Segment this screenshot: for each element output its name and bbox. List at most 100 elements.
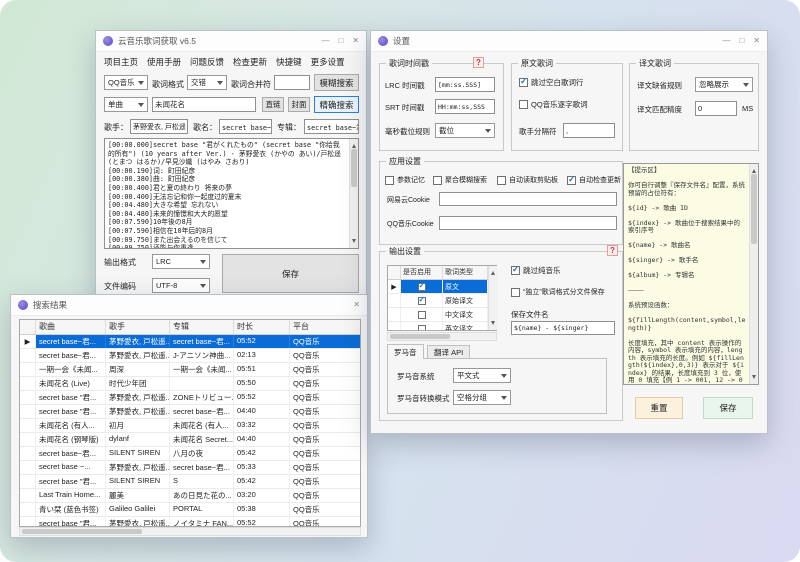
table-row[interactable]: secret base~君...SILENT SIREN八月の夜05:42QQ音…	[20, 447, 360, 461]
menu-item-feedback[interactable]: 问题反馈	[190, 56, 224, 70]
maximize-icon[interactable]: □	[739, 31, 744, 51]
menu-item-home[interactable]: 项目主页	[104, 56, 138, 70]
help-icon[interactable]: ?	[607, 245, 618, 256]
auto-update-checkbox[interactable]: 自动检查更新	[567, 175, 621, 185]
lyrics-textarea[interactable]: [00:00.000]secret base "君がくれたもの" (secret…	[104, 138, 359, 249]
output-type-row[interactable]: 中文译文	[388, 308, 496, 322]
param-memory-checkbox[interactable]: 参数记忆	[385, 175, 425, 185]
song-field[interactable]: secret base~君	[219, 119, 272, 134]
table-row[interactable]: secret base "君...茅野愛衣, 戸松遥...ZONEトリビュー..…	[20, 391, 360, 405]
scrollbar-thumb[interactable]	[751, 174, 757, 244]
singer-field[interactable]: 茅野愛衣, 戸松遥	[130, 119, 188, 134]
table-row[interactable]: secret base ~...茅野愛衣, 戸松遥...secret base~…	[20, 461, 360, 475]
srt-timestamp-input[interactable]: HH:mm:ss,SSS	[435, 99, 495, 114]
table-row[interactable]: secret base~君...茅野愛衣, 戸松遥...J-アニソン神曲...0…	[20, 349, 360, 363]
ms-rule-select[interactable]: 截位	[435, 123, 495, 138]
hint-panel[interactable]: 【提示区】 你可自行调整『保存文件名』配置，系统预留的占位符有： ${id} -…	[623, 163, 759, 385]
row-indicator	[20, 349, 36, 362]
singer-separator-input[interactable]: ,	[563, 123, 615, 138]
table-row[interactable]: 未闻花名 (Live)时代少年团05:50QQ音乐	[20, 377, 360, 391]
search-input[interactable]: 未闻花名	[152, 97, 256, 112]
filename-input[interactable]: ${name} - ${singer}	[511, 321, 615, 335]
translation-precision-input[interactable]: 0	[695, 101, 737, 116]
menu-item-update[interactable]: 检查更新	[233, 56, 267, 70]
save-button[interactable]: 保存	[222, 254, 359, 293]
aggregate-fuzzy-checkbox[interactable]: 聚合模糊搜索	[433, 175, 487, 185]
output-type-row[interactable]: 英文译文	[388, 322, 496, 331]
table-row[interactable]: secret base "君...茅野愛衣, 戸松遥...secret base…	[20, 405, 360, 419]
reset-button[interactable]: 重置	[635, 397, 683, 419]
merge-symbol-input[interactable]	[274, 75, 310, 90]
settings-titlebar[interactable]: 设置 — □ ✕	[371, 31, 767, 52]
cover-button[interactable]: 封面	[288, 97, 310, 112]
album-field[interactable]: secret base~君	[304, 119, 359, 134]
netease-cookie-input[interactable]	[439, 192, 617, 206]
tab-translate-api[interactable]: 翻译 API	[427, 345, 470, 359]
output-type-row[interactable]: ▶原文	[388, 280, 496, 294]
table-row[interactable]: 未闻花名 (钢琴版)dylanf未闻花名 Secret...04:40QQ音乐	[20, 433, 360, 447]
column-header-platform[interactable]: 平台	[290, 320, 360, 334]
table-row[interactable]: 一期一会《未闻...周深一期一会《未闻...05:51QQ音乐	[20, 363, 360, 377]
help-icon[interactable]: ?	[473, 57, 484, 68]
lyrics-scrollbar[interactable]	[349, 139, 358, 248]
enabled-cell	[401, 308, 443, 321]
output-type-checkbox[interactable]	[418, 283, 426, 291]
translation-rule-select[interactable]: 忽略展示	[695, 77, 753, 92]
output-type-row[interactable]: 原始译文	[388, 294, 496, 308]
qq-verbatim-checkbox[interactable]: QQ音乐逐字歌词	[519, 99, 588, 110]
output-type-checkbox[interactable]	[418, 311, 426, 319]
close-icon[interactable]: ✕	[353, 295, 360, 315]
column-header-song[interactable]: 歌曲	[36, 320, 106, 334]
menu-item-hotkeys[interactable]: 快捷键	[276, 56, 302, 70]
table-row[interactable]: secret base "君...茅野愛衣, 戸松遥...ノイタミナ FAN..…	[20, 517, 360, 527]
fuzzy-search-button[interactable]: 模糊搜索	[314, 74, 359, 91]
hint-scrollbar[interactable]	[749, 164, 758, 384]
column-header-singer[interactable]: 歌手	[106, 320, 170, 334]
romaji-system-select[interactable]: 平文式	[453, 368, 511, 383]
output-type-checkbox[interactable]	[418, 297, 426, 305]
search-type-select[interactable]: 单曲	[104, 97, 148, 112]
scrollbar-thumb[interactable]	[22, 529, 142, 534]
romaji-mode-select[interactable]: 空格分组	[453, 390, 511, 405]
menu-item-manual[interactable]: 使用手册	[147, 56, 181, 70]
close-icon[interactable]: ✕	[352, 31, 359, 51]
skip-instrumental-checkbox[interactable]: 跳过纯音乐	[511, 265, 561, 276]
translation-rule-label: 译文缺省规则	[637, 80, 682, 91]
scrollbar-thumb[interactable]	[390, 334, 450, 339]
output-table-hscrollbar[interactable]	[387, 332, 497, 341]
direct-link-button[interactable]: 直链	[262, 97, 284, 112]
column-header-duration[interactable]: 时长	[234, 320, 290, 334]
close-icon[interactable]: ✕	[753, 31, 760, 51]
maximize-icon[interactable]: □	[338, 31, 343, 51]
encoding-select[interactable]: UTF-8	[152, 278, 210, 293]
tab-romaji[interactable]: 罗马音	[387, 344, 424, 359]
format-select[interactable]: 交错	[187, 75, 227, 90]
output-table-vscrollbar[interactable]	[488, 266, 497, 330]
exact-search-button[interactable]: 精确搜索	[314, 96, 359, 113]
menu-item-more[interactable]: 更多设置	[311, 56, 345, 70]
main-titlebar[interactable]: 云音乐歌词获取 v6.5 — □ ✕	[96, 31, 366, 52]
separate-files-checkbox[interactable]: “独立”歌词格式分文件保存	[511, 287, 605, 297]
results-horizontal-scrollbar[interactable]	[19, 527, 361, 536]
romaji-mode-label: 罗马音转换模式	[397, 393, 450, 404]
auto-clipboard-checkbox[interactable]: 自动读取剪贴板	[497, 175, 558, 185]
table-row[interactable]: Last Train Home...麗美あの日見た花の...03:20QQ音乐	[20, 489, 360, 503]
output-format-select[interactable]: LRC	[152, 254, 210, 269]
results-titlebar[interactable]: 搜索结果 ✕	[11, 295, 367, 316]
scrollbar-thumb[interactable]	[351, 149, 357, 187]
table-row[interactable]: 未闻花名 (有人...初月未闻花名 (有人...03:32QQ音乐	[20, 419, 360, 433]
skip-blank-checkbox[interactable]: 跳过空白歌词行	[519, 77, 584, 88]
qq-cookie-input[interactable]	[439, 216, 617, 230]
table-row[interactable]: 青い栞 (蓝色书签)Galileo GalileiPORTAL05:38QQ音乐	[20, 503, 360, 517]
minimize-icon[interactable]: —	[321, 31, 329, 51]
row-indicator	[20, 391, 36, 404]
minimize-icon[interactable]: —	[722, 31, 730, 51]
album-label: 专辑：	[277, 122, 301, 133]
lrc-timestamp-input[interactable]: [mm:ss.SSS]	[435, 77, 495, 92]
table-row[interactable]: secret base "君...SILENT SIRENS05:42QQ音乐	[20, 475, 360, 489]
settings-save-button[interactable]: 保存	[703, 397, 753, 419]
column-header-album[interactable]: 专辑	[170, 320, 234, 334]
output-type-checkbox[interactable]	[418, 325, 426, 332]
source-select[interactable]: QQ音乐	[104, 75, 148, 90]
table-row[interactable]: ▶secret base~君...茅野愛衣, 戸松遥...secret base…	[20, 335, 360, 349]
